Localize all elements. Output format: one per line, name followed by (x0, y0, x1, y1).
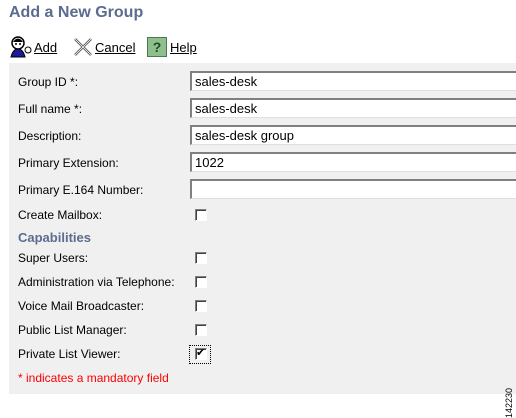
public-list-manager-label: Public List Manager: (18, 323, 127, 337)
page-title: Add a New Group (9, 4, 144, 21)
group-id-label: Group ID *: (18, 75, 79, 89)
super-users-label: Super Users: (18, 251, 89, 265)
capabilities-heading: Capabilities (18, 230, 91, 245)
add-label: Add (34, 39, 58, 55)
admin-telephone-label: Administration via Telephone: (18, 275, 175, 289)
vm-broadcaster-checkbox[interactable] (195, 300, 207, 312)
private-list-viewer-checkbox[interactable] (195, 346, 207, 360)
description-label: Description: (18, 129, 82, 143)
primary-e164-label: Primary E.164 Number: (18, 183, 144, 197)
user-figure-icon (9, 36, 33, 58)
full-name-input[interactable] (190, 98, 516, 118)
primary-extension-label: Primary Extension: (18, 156, 119, 170)
create-mailbox-label: Create Mailbox: (18, 208, 103, 222)
vm-broadcaster-label: Voice Mail Broadcaster: (18, 299, 145, 313)
admin-telephone-checkbox[interactable] (195, 276, 207, 288)
full-name-label: Full name *: (18, 102, 83, 116)
create-mailbox-checkbox[interactable] (195, 209, 207, 221)
mandatory-note: * indicates a mandatory field (18, 371, 169, 385)
help-label: Help (170, 39, 197, 55)
primary-extension-input[interactable] (190, 152, 516, 172)
description-input[interactable] (190, 125, 516, 145)
toolbar: Add Cancel ? Help (9, 36, 229, 60)
x-mark-icon (72, 36, 94, 58)
cancel-button[interactable]: Cancel (72, 36, 135, 58)
add-button[interactable]: Add (9, 36, 57, 58)
help-button[interactable]: ? Help (147, 36, 197, 58)
public-list-manager-checkbox[interactable] (195, 324, 207, 336)
figure-number: 142230 (504, 388, 514, 418)
form-panel: Group ID *: Full name *: Description: Pr… (9, 63, 516, 394)
private-list-viewer-label: Private List Viewer: (18, 347, 121, 361)
primary-e164-input[interactable] (190, 179, 516, 199)
group-id-input[interactable] (190, 71, 516, 91)
super-users-checkbox[interactable] (195, 252, 207, 264)
question-mark-icon: ? (147, 37, 167, 57)
cancel-label: Cancel (95, 39, 136, 55)
